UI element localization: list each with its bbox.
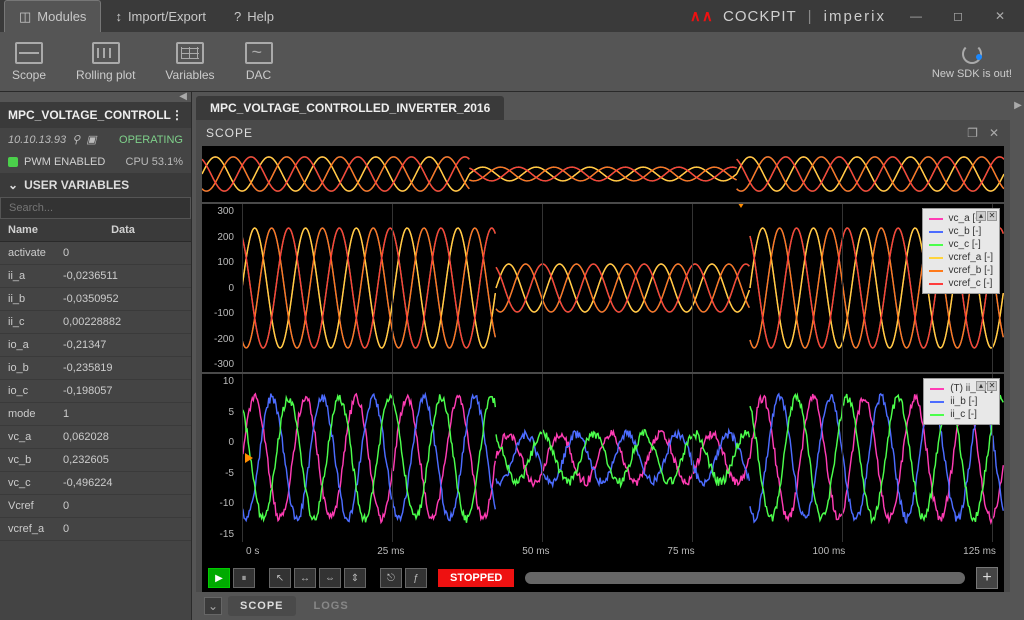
chip-icon: ▣ (86, 133, 96, 146)
table-row[interactable]: Vcref0 (0, 495, 191, 518)
scope-icon (15, 42, 43, 64)
plot-area: 3002001000-100-200-300 ▴✕ vc_a [-]vc_b [… (202, 146, 1004, 592)
tool-scope[interactable]: Scope (12, 42, 46, 82)
vars-table: Name Data activate0ii_a-0,0236511ii_b-0,… (0, 219, 191, 620)
zoom-v-button[interactable]: ⇕ (344, 568, 366, 588)
detach-icon[interactable]: ❐ (967, 126, 979, 140)
dac-icon (245, 42, 273, 64)
scope-controls: ▶ ⏸ ↖ ↔ ⇔ ⇕ ⎋ ƒ STOPPED + (202, 564, 1004, 592)
legend-up-icon[interactable]: ▴ (976, 211, 986, 221)
menu-modules[interactable]: ◫Modules (4, 0, 101, 32)
device-ip-row: 10.10.13.93 ⚲ ▣ OPERATING (0, 128, 191, 151)
titlebar: ◫Modules ↕Import/Export ?Help ∧∧ COCKPIT… (0, 0, 1024, 32)
sidebar-collapse-button[interactable]: ◀ (0, 92, 191, 102)
legend-close-icon[interactable]: ✕ (987, 211, 997, 221)
y-axis-current: 1050-5-10-15 (202, 374, 238, 542)
legend-current[interactable]: ▴✕ (T) ii_a [-]ii_b [-]ii_c [-] (923, 378, 1000, 425)
search-input[interactable] (0, 197, 191, 219)
cursor-button[interactable]: ↖ (269, 568, 291, 588)
current-chart[interactable]: 1050-5-10-15 ▴✕ (T) ii_a [-]ii_b [-]ii_c… (202, 372, 1004, 542)
trigger-level-icon[interactable] (245, 453, 253, 463)
tool-variables[interactable]: Variables (165, 42, 214, 82)
table-row[interactable]: ii_a-0,0236511 (0, 265, 191, 288)
stopped-indicator: STOPPED (438, 569, 514, 587)
device-menu-icon[interactable]: ⋮ (171, 108, 183, 122)
connection-icon: ⚲ (72, 133, 80, 146)
tool-refresh[interactable]: New SDK is out! (932, 44, 1012, 80)
y-axis-voltage: 3002001000-100-200-300 (202, 204, 238, 372)
pause-button[interactable]: ⏸ (233, 568, 255, 588)
bottom-collapse-button[interactable]: ⌄ (204, 597, 222, 615)
close-scope-button[interactable]: ✕ (989, 126, 1000, 140)
table-row[interactable]: io_c-0,198057 (0, 380, 191, 403)
btab-logs[interactable]: LOGS (302, 596, 361, 616)
menu-import-export[interactable]: ↕Import/Export (101, 0, 220, 32)
tool-dac[interactable]: DAC (245, 42, 273, 82)
table-row[interactable]: ii_b-0,0350952 (0, 288, 191, 311)
tab-project[interactable]: MPC_VOLTAGE_CONTROLLED_INVERTER_2016 (196, 96, 504, 120)
right-collapse-button[interactable]: ▶ (1012, 92, 1024, 120)
tool-rolling-plot[interactable]: Rolling plot (76, 42, 135, 82)
legend-voltage[interactable]: ▴✕ vc_a [-]vc_b [-]vc_c [-]vcref_a [-]vc… (922, 208, 1000, 294)
table-row[interactable]: activate0 (0, 242, 191, 265)
scope-title: SCOPE ❐ ✕ (196, 120, 1010, 146)
table-row[interactable]: io_a-0,21347 (0, 334, 191, 357)
table-row[interactable]: vc_c-0,496224 (0, 472, 191, 495)
voltage-chart[interactable]: 3002001000-100-200-300 ▴✕ vc_a [-]vc_b [… (202, 202, 1004, 372)
table-row[interactable]: vcref_a0 (0, 518, 191, 541)
toolbar: Scope Rolling plot Variables DAC New SDK… (0, 32, 1024, 92)
pwm-row: PWM ENABLED CPU 53.1% (0, 151, 191, 173)
zoom-h-button[interactable]: ⇔ (319, 568, 341, 588)
chevron-down-icon: ⌄ (8, 178, 18, 192)
fit-h-button[interactable]: ↔ (294, 568, 316, 588)
fft-button[interactable]: ƒ (405, 568, 427, 588)
legend-up-icon[interactable]: ▴ (976, 381, 986, 391)
add-plot-button[interactable]: + (976, 567, 998, 589)
table-row[interactable]: vc_b0,232605 (0, 449, 191, 472)
refresh-icon (962, 44, 982, 64)
vars-table-header: Name Data (0, 219, 191, 242)
device-header[interactable]: MPC_VOLTAGE_CONTROLL⋮ (0, 102, 191, 128)
variables-icon (176, 42, 204, 64)
window-maximize-button[interactable]: ◻ (938, 2, 978, 30)
brand: ∧∧ COCKPIT | imperix (690, 7, 886, 25)
trigger-marker-icon[interactable] (736, 202, 746, 208)
bottom-tabs: ⌄ SCOPE LOGS (196, 592, 1010, 620)
scope-panel: SCOPE ❐ ✕ 3002001000-100-200-300 (196, 120, 1010, 620)
pwm-led-icon (8, 157, 18, 167)
legend-close-icon[interactable]: ✕ (987, 381, 997, 391)
cpu-label: CPU 53.1% (126, 156, 183, 168)
status-badge: OPERATING (119, 134, 183, 146)
table-row[interactable]: vc_a0,062028 (0, 426, 191, 449)
user-variables-header[interactable]: ⌄ USER VARIABLES (0, 173, 191, 197)
overview-plot[interactable] (202, 146, 1004, 202)
time-scrollbar[interactable] (525, 572, 965, 584)
table-row[interactable]: io_b-0,235819 (0, 357, 191, 380)
window-minimize-button[interactable]: — (896, 2, 936, 30)
menu-help[interactable]: ?Help (220, 0, 288, 32)
table-row[interactable]: mode1 (0, 403, 191, 426)
main-panel: MPC_VOLTAGE_CONTROLLED_INVERTER_2016 ▶ S… (192, 92, 1024, 620)
play-button[interactable]: ▶ (208, 568, 230, 588)
rolling-plot-icon (92, 42, 120, 64)
brand-logo-icon: ∧∧ (690, 8, 714, 25)
x-axis: 0 s25 ms50 ms75 ms100 ms125 ms (202, 542, 1004, 564)
sidebar: ◀ MPC_VOLTAGE_CONTROLL⋮ 10.10.13.93 ⚲ ▣ … (0, 92, 192, 620)
btab-scope[interactable]: SCOPE (228, 596, 296, 616)
window-close-button[interactable]: ✕ (980, 2, 1020, 30)
table-row[interactable]: ii_c0,00228882 (0, 311, 191, 334)
trigger-settings-button[interactable]: ⎋ (380, 568, 402, 588)
